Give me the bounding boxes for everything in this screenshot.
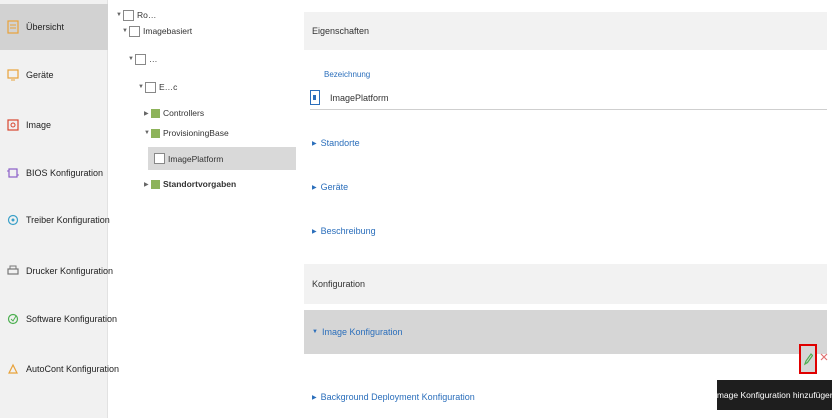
tree-node-label: E…c <box>159 82 178 92</box>
expander-locations[interactable]: ▶ Standorte <box>312 138 360 148</box>
tree-node[interactable]: ▶ Standortvorgaben <box>144 177 236 191</box>
name-field-value: ImagePlatform <box>330 92 389 103</box>
tree-node[interactable]: ▼ Imagebasiert <box>122 24 192 38</box>
sidebar-item-image[interactable]: Image <box>0 102 108 148</box>
detail-panel: Eigenschaften Bezeichnung ImagePlatform … <box>300 0 835 418</box>
tree-node-label: Standortvorgaben <box>163 179 237 189</box>
sidebar-item-overview[interactable]: Übersicht <box>0 4 108 50</box>
tooltip: Image Konfiguration hinzufügen <box>714 380 835 410</box>
folder-icon <box>145 81 156 93</box>
tree-node[interactable]: ▶ Controllers <box>144 106 204 120</box>
tree-node-label: ImagePlatform <box>168 153 224 164</box>
text-field-icon <box>310 90 320 105</box>
sidebar-item-label: Geräte <box>26 70 54 80</box>
package-icon <box>151 128 160 138</box>
sidebar-item-label: Treiber Konfiguration <box>26 215 110 225</box>
package-icon <box>151 179 160 189</box>
caret-right-icon: ▶ <box>144 181 149 188</box>
sidebar-item-printer-config[interactable]: Drucker Konfiguration <box>0 248 113 294</box>
folder-icon <box>135 53 146 65</box>
tree-node-label: Imagebasiert <box>143 26 193 36</box>
tree-node[interactable]: ▼ E…c <box>138 80 177 94</box>
expander-devices[interactable]: ▶ Geräte <box>312 182 348 192</box>
sidebar-item-driver-config[interactable]: Treiber Konfiguration <box>0 197 110 243</box>
caret-down-icon: ▼ <box>144 130 150 136</box>
caret-right-icon: ▶ <box>312 140 317 147</box>
item-icon <box>154 153 165 164</box>
caret-down-icon: ▼ <box>138 84 144 90</box>
tree-node-label: … <box>149 54 158 64</box>
caret-right-icon: ▶ <box>312 228 317 235</box>
sidebar-item-bios-config[interactable]: BIOS Konfiguration <box>0 150 108 196</box>
tree-panel: ▼ Ro… ▼ Imagebasiert ▼ … ▼ E…c ▶ Control… <box>108 0 298 418</box>
section-title: Eigenschaften <box>312 26 370 36</box>
tree-node-label: Ro… <box>137 10 157 20</box>
expander-label: Background Deployment Konfiguration <box>320 392 475 402</box>
package-icon <box>151 108 160 118</box>
section-title: Konfiguration <box>312 279 366 289</box>
pencil-icon <box>803 353 813 366</box>
section-header-properties: Eigenschaften <box>304 12 827 50</box>
expander-description[interactable]: ▶ Beschreibung <box>312 226 376 236</box>
expander-label: Image Konfiguration <box>321 327 403 337</box>
folder-icon <box>123 9 134 21</box>
software-config-icon <box>6 311 20 327</box>
add-image-config-button[interactable] <box>799 344 817 374</box>
tree-node-label: Controllers <box>163 108 205 118</box>
image-icon <box>6 117 20 133</box>
tree-node-selected[interactable]: ImagePlatform <box>148 147 296 170</box>
image-config-expander[interactable]: ▼ Image Konfiguration <box>312 327 403 337</box>
tree-node-label: ProvisioningBase <box>163 128 229 138</box>
tooltip-text: Image Konfiguration hinzufügen <box>714 390 835 400</box>
sidebar-item-autocont-config[interactable]: AutoCont Konfiguration <box>0 346 119 392</box>
sidebar-item-label: AutoCont Konfiguration <box>26 364 120 374</box>
sidebar-item-label: Drucker Konfiguration <box>26 266 114 276</box>
expander-label: Geräte <box>320 182 349 192</box>
name-field[interactable]: ImagePlatform <box>310 86 827 110</box>
caret-down-icon: ▼ <box>128 56 134 62</box>
section-header-configuration: Konfiguration <box>304 264 827 304</box>
tree-node[interactable]: ▼ … <box>128 52 158 66</box>
folder-icon <box>129 25 140 37</box>
devices-icon <box>6 67 20 83</box>
printer-config-icon <box>6 263 20 279</box>
caret-right-icon: ▶ <box>312 184 317 191</box>
sidebar-item-label: BIOS Konfiguration <box>26 168 104 178</box>
autocont-config-icon <box>6 361 20 377</box>
sidebar: Übersicht Geräte Image BIOS Konfiguratio… <box>0 0 119 418</box>
tree-node[interactable]: ▼ Ro… <box>116 8 156 22</box>
sidebar-item-label: Übersicht <box>26 22 65 32</box>
image-config-row[interactable]: ▼ Image Konfiguration <box>304 310 827 354</box>
caret-right-icon: ▶ <box>312 394 317 401</box>
bios-config-icon <box>6 165 20 181</box>
caret-down-icon: ▼ <box>116 12 122 18</box>
expander-background-deployment[interactable]: ▶ Background Deployment Konfiguration <box>312 392 475 402</box>
caret-right-icon: ▶ <box>144 110 149 117</box>
field-label: Bezeichnung <box>324 70 371 79</box>
caret-down-icon: ▼ <box>312 329 318 335</box>
expander-label: Beschreibung <box>320 226 376 236</box>
sidebar-item-devices[interactable]: Geräte <box>0 52 108 98</box>
sidebar-item-label: Software Konfiguration <box>26 314 118 324</box>
sidebar-item-label: Image <box>26 120 52 130</box>
delete-icon[interactable] <box>820 350 828 364</box>
driver-config-icon <box>6 212 20 228</box>
app-window: Übersicht Geräte Image BIOS Konfiguratio… <box>0 0 835 418</box>
sidebar-item-software-config[interactable]: Software Konfiguration <box>0 296 117 342</box>
tree-node[interactable]: ▼ ProvisioningBase <box>144 126 229 140</box>
expander-label: Standorte <box>320 138 360 148</box>
overview-icon <box>6 19 20 35</box>
caret-down-icon: ▼ <box>122 28 128 34</box>
